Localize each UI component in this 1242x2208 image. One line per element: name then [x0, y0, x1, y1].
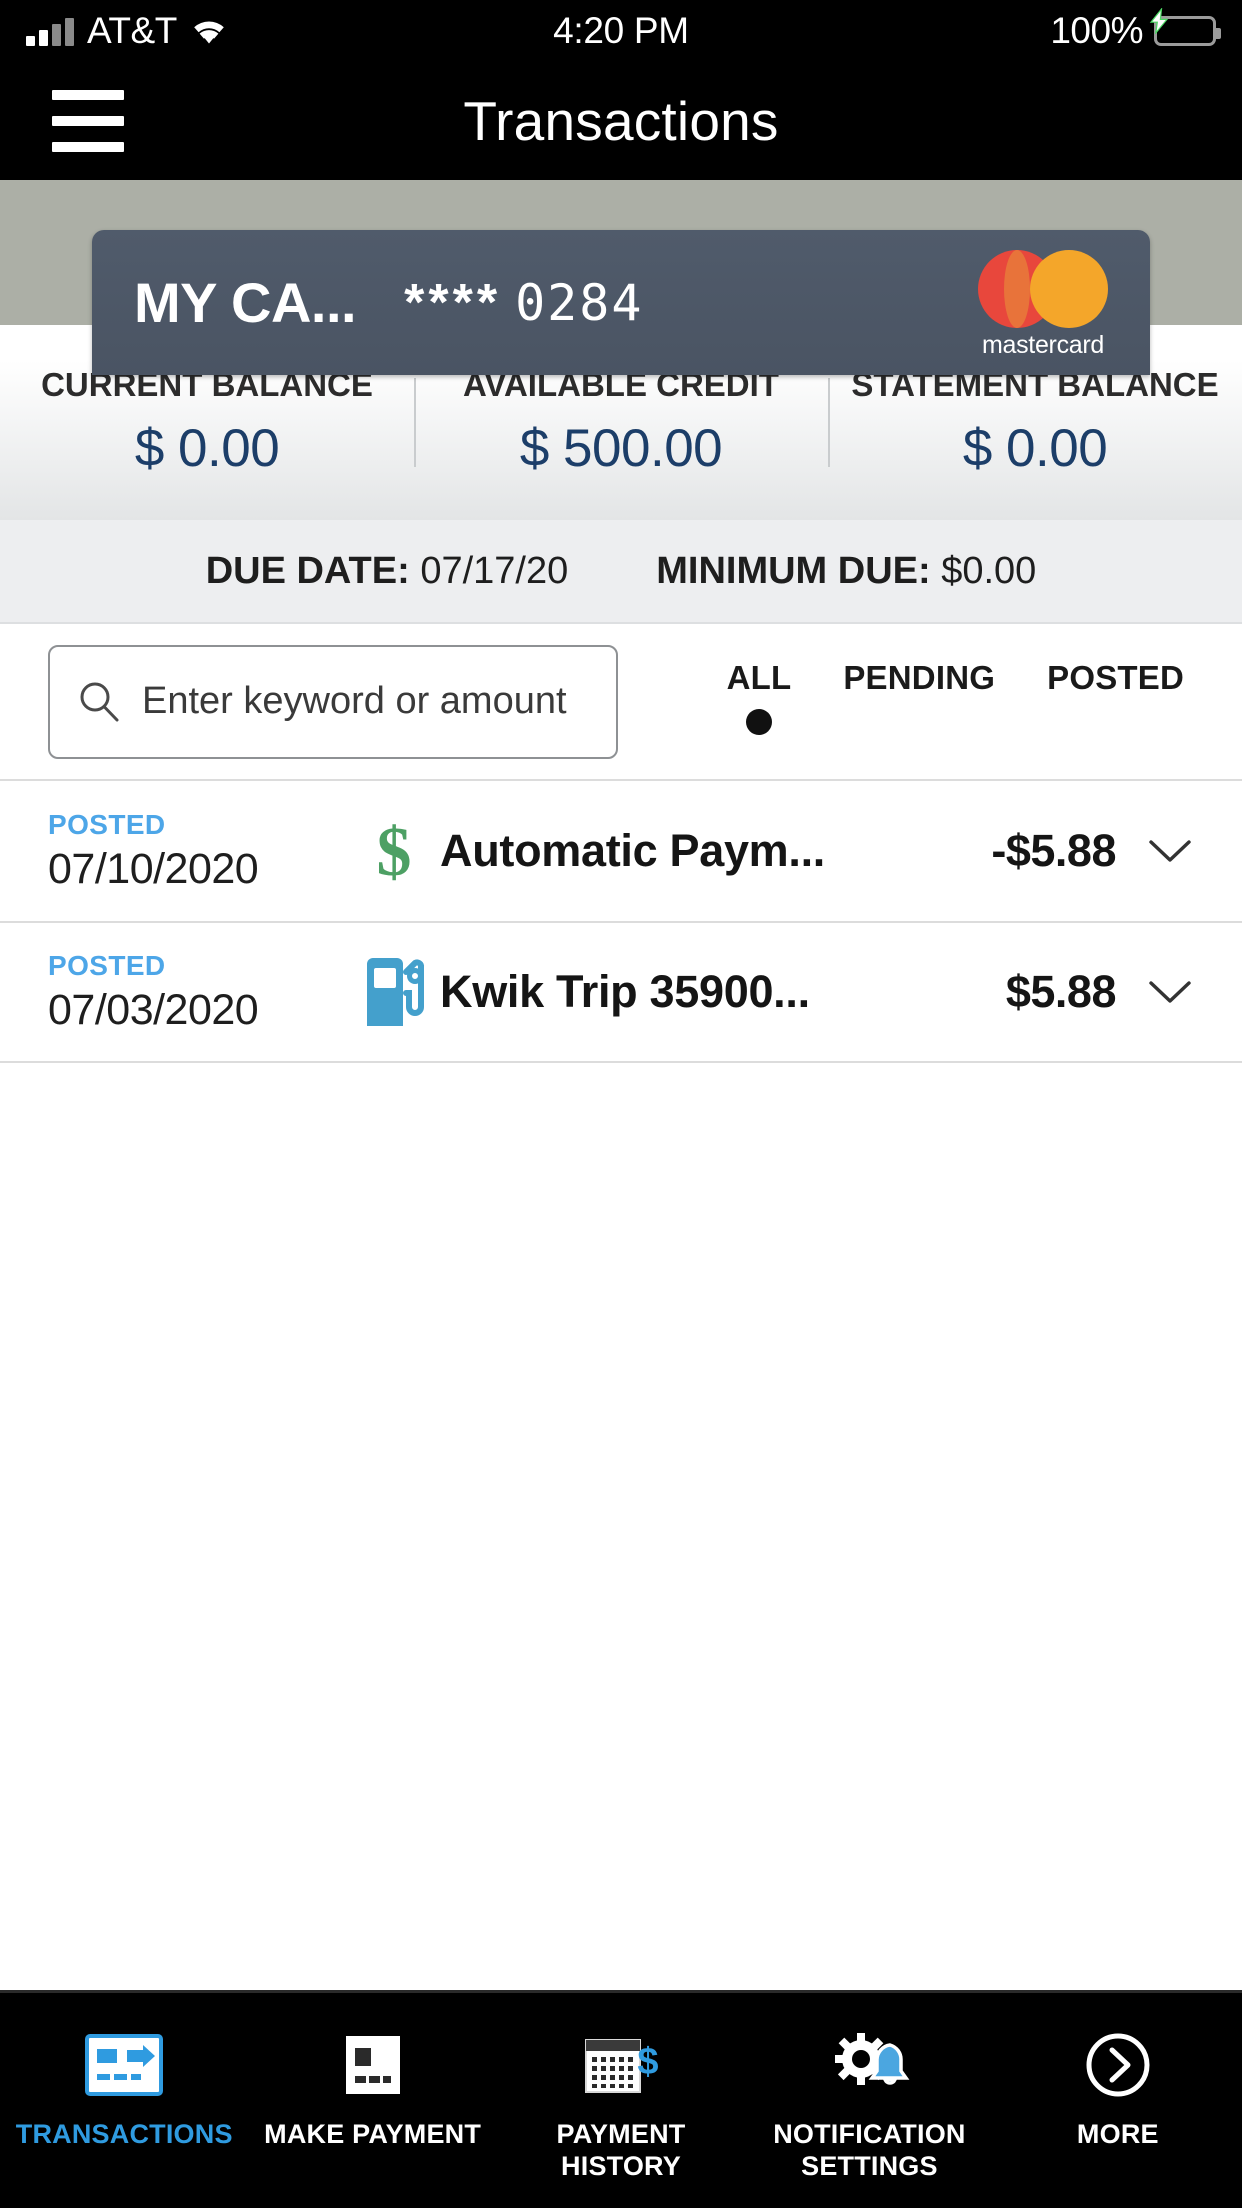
filter-label: PENDING	[843, 658, 996, 696]
check-payment-icon	[340, 2027, 406, 2103]
status-bar: AT&T 4:20 PM 100%	[0, 0, 1242, 62]
tab-label: NOTIFICATION SETTINGS	[773, 2119, 966, 2181]
chevron-right-circle-icon	[1085, 2027, 1151, 2103]
balance-value: $ 500.00	[519, 419, 723, 478]
svg-text:$: $	[377, 814, 412, 889]
tab-payment-history[interactable]: $ PAYMENT HISTORY	[497, 2027, 745, 2183]
due-date-value: 07/17/20	[420, 549, 569, 592]
chevron-down-icon[interactable]	[1116, 977, 1194, 1007]
transaction-date-column: POSTED 07/10/2020	[48, 809, 348, 894]
filter-label: POSTED	[1047, 658, 1184, 696]
balance-available-credit: AVAILABLE CREDIT $ 500.00	[414, 366, 828, 479]
chevron-down-icon[interactable]	[1116, 836, 1194, 866]
transactions-card-icon	[85, 2027, 164, 2103]
mastercard-wordmark: mastercard	[981, 330, 1105, 359]
transaction-date: 07/10/2020	[48, 844, 259, 893]
search-filter-row: Enter keyword or amount ALL PENDING POST…	[0, 624, 1242, 779]
battery-percent-label: 100%	[1050, 10, 1143, 51]
credit-card-summary[interactable]: MY CA... **** 0284 mastercard	[92, 230, 1150, 375]
tab-make-payment[interactable]: MAKE PAYMENT	[248, 2027, 496, 2151]
search-placeholder: Enter keyword or amount	[142, 680, 567, 722]
balance-statement: STATEMENT BALANCE $ 0.00	[828, 366, 1242, 479]
bottom-tab-bar: TRANSACTIONS MAKE PAYMENT $ PAYMENT HIST…	[0, 1990, 1242, 2208]
tab-label: MORE	[1076, 2119, 1159, 2149]
transaction-filter-tabs: ALL PENDING POSTED	[727, 659, 1194, 745]
battery-charging-icon	[1149, 8, 1221, 46]
table-row[interactable]: POSTED 07/10/2020 $ Automatic Paym... -$…	[0, 779, 1242, 921]
card-number: **** 0284	[404, 273, 643, 333]
hamburger-menu-icon[interactable]	[52, 90, 124, 152]
filter-tab-posted[interactable]: POSTED	[1047, 659, 1184, 735]
transaction-list: POSTED 07/10/2020 $ Automatic Paym... -$…	[0, 779, 1242, 1063]
transaction-amount: $5.88	[1005, 966, 1117, 1017]
card-mask: ****	[404, 273, 502, 332]
tab-label: TRANSACTIONS	[15, 2119, 233, 2149]
filter-tab-pending[interactable]: PENDING	[843, 659, 995, 735]
minimum-due-value: $0.00	[941, 549, 1037, 592]
balance-value: $ 0.00	[134, 419, 280, 478]
dollar-sign-icon: $	[348, 813, 440, 889]
tab-transactions[interactable]: TRANSACTIONS	[0, 2027, 248, 2151]
transaction-date-column: POSTED 07/03/2020	[48, 950, 348, 1035]
due-summary-row: DUE DATE: 07/17/20 MINIMUM DUE: $0.00	[0, 520, 1242, 624]
search-icon	[76, 679, 122, 725]
filter-label: ALL	[726, 658, 792, 696]
calendar-dollar-icon: $	[582, 2027, 660, 2103]
filter-selected-indicator	[745, 708, 772, 735]
status-badge: POSTED	[48, 949, 166, 981]
card-last-four: 0284	[515, 273, 644, 332]
transaction-description: Kwik Trip 35900...	[440, 966, 810, 1017]
balance-current: CURRENT BALANCE $ 0.00	[0, 366, 414, 479]
minimum-due: MINIMUM DUE: $0.00	[656, 550, 1036, 593]
app-root: AT&T 4:20 PM 100% Transactions MY CA... …	[0, 0, 1242, 2208]
transaction-amount: -$5.88	[991, 825, 1116, 876]
transaction-date: 07/03/2020	[48, 985, 259, 1034]
nav-header: Transactions	[0, 62, 1242, 180]
tab-notification-settings[interactable]: NOTIFICATION SETTINGS	[745, 2027, 993, 2183]
gear-bell-icon	[828, 2027, 910, 2103]
gas-pump-icon	[348, 954, 440, 1030]
card-nickname: MY CA...	[134, 271, 357, 334]
card-hero: MY CA... **** 0284 mastercard	[0, 180, 1242, 375]
due-date-label: DUE DATE:	[205, 549, 410, 592]
mastercard-logo-icon: mastercard	[978, 249, 1108, 360]
carrier-label: AT&T	[87, 10, 177, 51]
filter-selected-indicator	[906, 709, 932, 735]
status-bar-right: 100%	[1050, 8, 1221, 52]
svg-text:$: $	[637, 2041, 658, 2083]
status-badge: POSTED	[48, 808, 166, 840]
filter-selected-indicator	[1103, 709, 1129, 735]
balance-value: $ 0.00	[962, 419, 1108, 478]
table-row[interactable]: POSTED 07/03/2020 Kwik Trip 35900... $5.…	[0, 921, 1242, 1063]
tab-more[interactable]: MORE	[994, 2027, 1242, 2151]
wifi-icon	[190, 16, 228, 46]
due-date: DUE DATE: 07/17/20	[206, 550, 569, 593]
transaction-description: Automatic Paym...	[440, 825, 826, 876]
cellular-signal-icon	[26, 16, 74, 46]
filter-tab-all[interactable]: ALL	[727, 659, 792, 735]
tab-label: PAYMENT HISTORY	[556, 2119, 686, 2181]
status-bar-left: AT&T	[26, 10, 228, 52]
minimum-due-label: MINIMUM DUE:	[656, 549, 931, 592]
page-title: Transactions	[463, 90, 779, 152]
search-input[interactable]: Enter keyword or amount	[48, 644, 618, 759]
tab-label: MAKE PAYMENT	[264, 2119, 482, 2149]
